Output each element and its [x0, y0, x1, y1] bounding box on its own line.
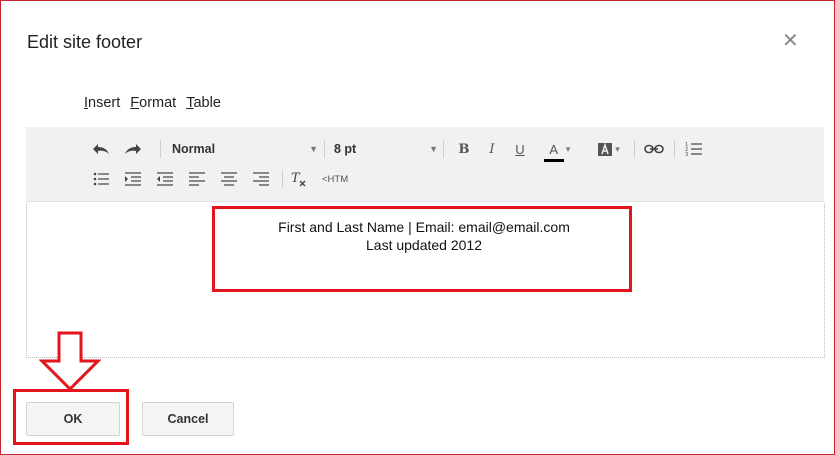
html-button[interactable]: <HTM — [322, 168, 366, 190]
down-arrow-icon — [39, 331, 101, 392]
numbered-list-icon[interactable]: 123 — [682, 138, 706, 160]
toolbar-separator — [160, 140, 161, 158]
size-select-value: 8 pt — [334, 142, 357, 156]
dialog-title: Edit site footer — [27, 32, 143, 52]
chevron-down-icon: ▼ — [309, 144, 318, 154]
bulleted-list-icon[interactable] — [90, 168, 112, 190]
text-color-button[interactable]: A ▾ — [540, 138, 574, 162]
indent-less-icon[interactable] — [122, 168, 144, 190]
clear-formatting-icon[interactable]: T — [288, 168, 310, 190]
editor-menubar: Insert Format Table — [84, 95, 221, 111]
text-color-swatch — [543, 158, 564, 162]
align-left-icon[interactable] — [186, 168, 208, 190]
chevron-down-icon: ▼ — [429, 144, 438, 154]
toolbar-separator — [324, 140, 325, 158]
toolbar-separator — [674, 140, 675, 158]
size-select[interactable]: 8 pt ▼ — [334, 138, 438, 160]
chevron-down-icon: ▾ — [565, 143, 571, 154]
redo-icon[interactable] — [122, 138, 144, 160]
content-highlight-box — [212, 206, 632, 292]
underline-button[interactable]: U — [510, 138, 530, 160]
style-select-value: Normal — [172, 142, 216, 156]
text-color-glyph: A — [549, 141, 559, 157]
align-right-icon[interactable] — [250, 168, 272, 190]
toolbar-separator — [282, 170, 283, 188]
bold-button[interactable]: B — [454, 138, 474, 160]
close-icon[interactable]: ✕ — [782, 31, 799, 51]
cancel-button[interactable]: Cancel — [142, 402, 234, 436]
svg-text:T: T — [291, 171, 301, 186]
highlight-color-icon — [598, 142, 613, 156]
italic-button[interactable]: I — [482, 138, 502, 160]
toolbar-separator — [634, 140, 635, 158]
menu-format[interactable]: Format — [130, 95, 176, 111]
toolbar-separator — [443, 140, 444, 158]
menu-insert[interactable]: Insert — [84, 95, 120, 111]
editor-toolbar: Normal ▼ 8 pt ▼ B I U A ▾ ▾ 123 T <HTM — [26, 127, 824, 202]
align-center-icon[interactable] — [218, 168, 240, 190]
menu-table[interactable]: Table — [186, 95, 221, 111]
indent-more-icon[interactable] — [154, 168, 176, 190]
highlight-color-button[interactable]: ▾ — [592, 138, 626, 160]
ok-button[interactable]: OK — [26, 402, 120, 436]
link-icon[interactable] — [642, 138, 666, 160]
undo-icon[interactable] — [90, 138, 112, 160]
svg-text:3: 3 — [685, 152, 688, 157]
chevron-down-icon: ▾ — [615, 143, 620, 154]
style-select[interactable]: Normal ▼ — [172, 138, 318, 160]
